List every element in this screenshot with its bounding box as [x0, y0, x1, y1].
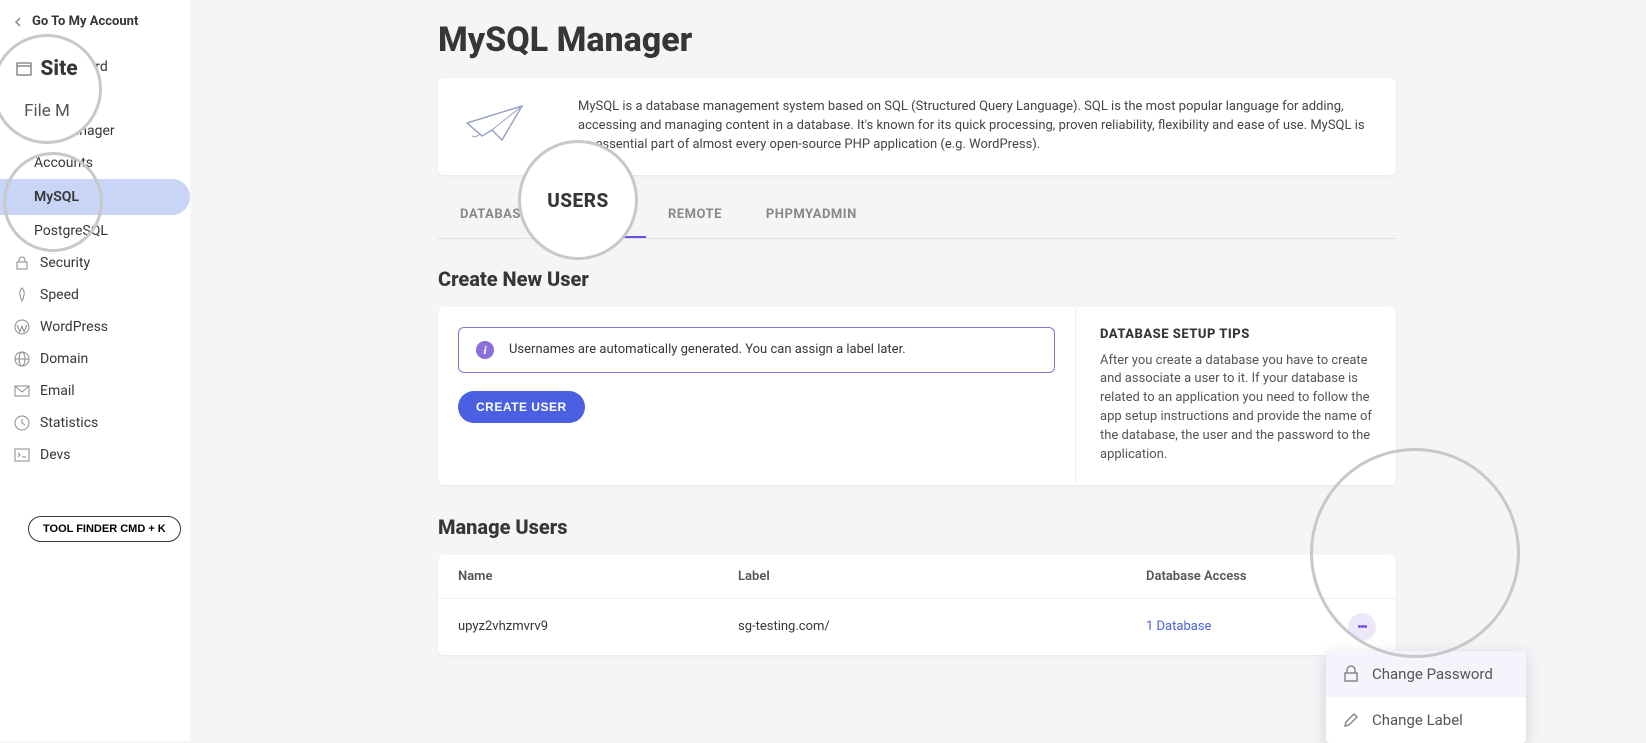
sidebar-item-label: PostgreSQL — [34, 223, 108, 239]
info-notice: i Usernames are automatically generated.… — [458, 327, 1055, 373]
go-to-my-account-link[interactable]: Go To My Account — [0, 14, 190, 51]
notice-text: Usernames are automatically generated. Y… — [509, 342, 906, 357]
row-actions-dropdown: Change Password Change Label — [1326, 651, 1526, 743]
manage-users-title: Manage Users — [438, 515, 1396, 539]
col-actions: Actions — [1296, 569, 1376, 584]
clock-icon — [14, 415, 30, 431]
create-user-title: Create New User — [438, 267, 1396, 291]
tips-body: After you create a database you have to … — [1100, 352, 1372, 465]
envelope-icon — [14, 383, 30, 399]
tab-users[interactable]: USERS — [559, 193, 646, 238]
sidebar-item-label: MySQL — [34, 189, 79, 205]
sidebar-item-mysql[interactable]: MySQL — [0, 179, 190, 215]
lock-icon — [1342, 665, 1360, 683]
sidebar-item-label: Statistics — [40, 415, 98, 431]
paper-plane-icon — [462, 98, 530, 148]
tab-phpmyadmin[interactable]: PHPMYADMIN — [744, 193, 879, 238]
wordpress-icon — [14, 319, 30, 335]
sidebar-item-email[interactable]: Email — [0, 375, 190, 407]
sidebar-item-security[interactable]: Security — [0, 247, 190, 279]
tab-databases[interactable]: DATABASES — [438, 193, 559, 238]
dropdown-change-label[interactable]: Change Label — [1326, 697, 1526, 743]
sidebar-item-accounts[interactable]: Accounts — [0, 147, 190, 179]
sidebar-item-devs[interactable]: Devs — [0, 439, 190, 471]
create-user-card: i Usernames are automatically generated.… — [438, 307, 1396, 485]
sidebar-item-label: Email — [40, 383, 75, 399]
sidebar-item-domain[interactable]: Domain — [0, 343, 190, 375]
users-table-head: Name Label Database Access Actions — [438, 555, 1396, 599]
manage-users-card: Name Label Database Access Actions upyz2… — [438, 555, 1396, 655]
goto-label: Go To My Account — [32, 14, 138, 29]
sidebar-item-speed[interactable]: Speed — [0, 279, 190, 311]
table-row: upyz2vhzmvrv9 sg-testing.com/ 1 Database… — [438, 599, 1396, 655]
info-description: MySQL is a database management system ba… — [578, 98, 1372, 155]
lock-icon — [14, 255, 30, 271]
pencil-icon — [1342, 711, 1360, 729]
page-title: MySQL Manager — [438, 20, 1396, 60]
sidebar-item-statistics[interactable]: Statistics — [0, 407, 190, 439]
dropdown-change-password[interactable]: Change Password — [1326, 651, 1526, 697]
dashboard-icon — [14, 59, 30, 75]
arrow-left-icon — [14, 17, 24, 27]
col-dbaccess: Database Access — [1146, 569, 1296, 584]
tips-panel: DATABASE SETUP TIPS After you create a d… — [1076, 307, 1396, 485]
tips-title: DATABASE SETUP TIPS — [1100, 327, 1372, 342]
sidebar-item-label: Domain — [40, 351, 88, 367]
sidebar-item-file-manager[interactable]: File Manager — [0, 115, 190, 147]
sidebar-item-label: Speed — [40, 287, 79, 303]
window-icon — [14, 91, 30, 107]
sidebar-item-label: Security — [40, 255, 90, 271]
tool-finder-button[interactable]: TOOL FINDER CMD + K — [28, 516, 181, 542]
main-content: MySQL Manager MySQL is a database manage… — [190, 0, 1646, 741]
create-user-button[interactable]: CREATE USER — [458, 391, 585, 423]
cell-name: upyz2vhzmvrv9 — [458, 619, 738, 634]
col-name: Name — [458, 569, 738, 584]
terminal-icon — [14, 447, 30, 463]
sidebar-item-label: Devs — [40, 447, 71, 463]
tabs: DATABASES USERS REMOTE PHPMYADMIN — [438, 193, 1396, 239]
sidebar-item-label: Dashboard — [40, 59, 108, 75]
dropdown-item-label: Change Label — [1372, 711, 1463, 729]
info-card: MySQL is a database management system ba… — [438, 78, 1396, 175]
col-label: Label — [738, 569, 1146, 584]
sidebar-item-postgresql[interactable]: PostgreSQL — [0, 215, 190, 247]
sidebar-item-label: File Manager — [34, 123, 115, 139]
sidebar: Go To My Account Dashboard Site File Man… — [0, 0, 190, 741]
sidebar-item-wordpress[interactable]: WordPress — [0, 311, 190, 343]
info-icon: i — [475, 340, 495, 360]
create-user-left: i Usernames are automatically generated.… — [438, 307, 1076, 485]
globe-icon — [14, 351, 30, 367]
sidebar-item-site[interactable]: Site — [0, 83, 190, 115]
sidebar-item-label: WordPress — [40, 319, 108, 335]
row-actions-button[interactable] — [1348, 613, 1376, 641]
sidebar-item-dashboard[interactable]: Dashboard — [0, 51, 190, 83]
dropdown-item-label: Change Password — [1372, 665, 1493, 683]
rocket-icon — [14, 287, 30, 303]
sidebar-item-label: Accounts — [34, 155, 93, 171]
tab-remote[interactable]: REMOTE — [646, 193, 744, 238]
database-access-link[interactable]: 1 Database — [1146, 619, 1211, 634]
cell-label: sg-testing.com/ — [738, 619, 1146, 634]
sidebar-item-label: Site — [40, 91, 65, 107]
